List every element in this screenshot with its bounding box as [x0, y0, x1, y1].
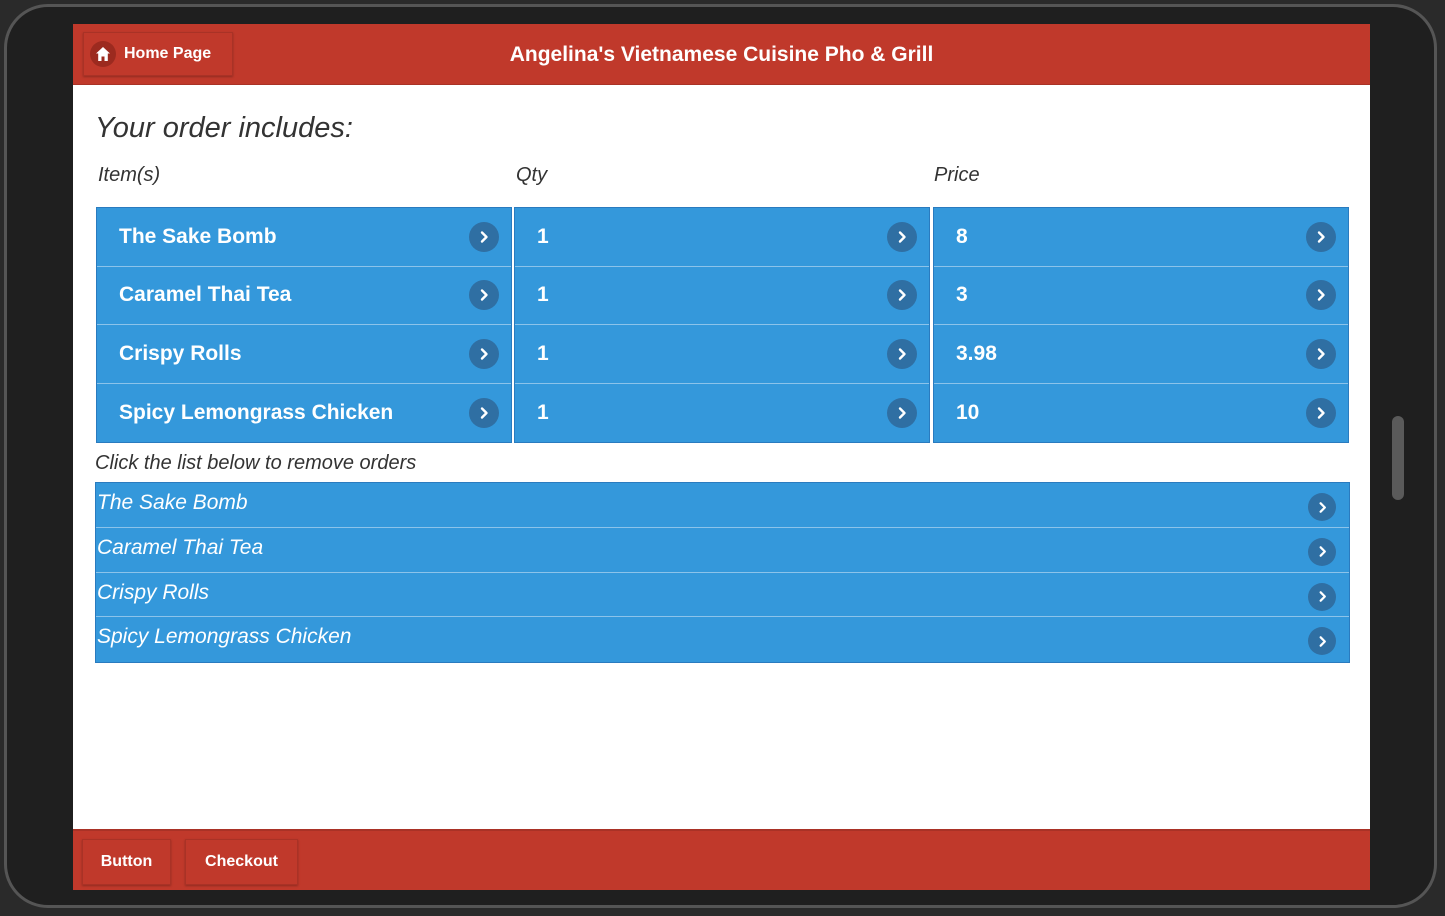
item-cell[interactable]: Crispy Rolls — [97, 325, 511, 384]
home-page-label: Home Page — [124, 45, 212, 62]
items-column: The Sake Bomb Caramel Thai Tea Crispy Ro… — [96, 207, 512, 443]
item-name: The Sake Bomb — [119, 224, 277, 248]
column-header-qty: Qty — [516, 164, 548, 186]
qty-cell[interactable]: 1 — [515, 325, 929, 384]
chevron-right-icon — [1308, 627, 1336, 656]
chevron-right-icon — [1308, 537, 1336, 566]
price-cell[interactable]: 8 — [934, 208, 1348, 267]
header-bar: Home Page Angelina's Vietnamese Cuisine … — [73, 24, 1370, 85]
remove-list-item[interactable]: The Sake Bomb — [96, 483, 1349, 528]
remove-list-item[interactable]: Caramel Thai Tea — [96, 528, 1349, 573]
remove-item-label: Spicy Lemongrass Chicken — [97, 625, 352, 649]
chevron-right-icon — [469, 338, 499, 369]
qty-cell[interactable]: 1 — [515, 267, 929, 325]
item-cell[interactable]: Spicy Lemongrass Chicken — [97, 384, 511, 443]
chevron-right-icon — [1308, 493, 1336, 521]
chevron-right-icon — [1306, 221, 1336, 252]
chevron-right-icon — [887, 338, 917, 369]
order-heading: Your order includes: — [95, 112, 353, 144]
footer-bar: Button Checkout — [73, 829, 1370, 890]
price-column: 8 3 3.98 10 — [933, 207, 1349, 443]
remove-list-item[interactable]: Crispy Rolls — [96, 573, 1349, 618]
price-value: 3 — [956, 283, 968, 307]
chevron-right-icon — [1308, 582, 1336, 611]
qty-value: 1 — [537, 341, 549, 365]
chevron-right-icon — [469, 397, 499, 428]
chevron-right-icon — [887, 397, 917, 428]
item-name: Spicy Lemongrass Chicken — [119, 400, 394, 424]
price-value: 3.98 — [956, 341, 997, 365]
price-cell[interactable]: 3.98 — [934, 325, 1348, 384]
price-cell[interactable]: 3 — [934, 267, 1348, 325]
column-header-items: Item(s) — [98, 164, 161, 186]
qty-cell[interactable]: 1 — [515, 208, 929, 267]
qty-value: 1 — [537, 400, 549, 424]
column-header-price: Price — [934, 164, 980, 186]
app-title: Angelina's Vietnamese Cuisine Pho & Gril… — [509, 43, 934, 66]
generic-button[interactable]: Button — [82, 839, 171, 885]
item-cell[interactable]: The Sake Bomb — [97, 208, 511, 267]
app-screen: Home Page Angelina's Vietnamese Cuisine … — [73, 24, 1370, 890]
remove-item-label: The Sake Bomb — [97, 491, 248, 514]
item-name: Caramel Thai Tea — [119, 283, 292, 307]
item-name: Crispy Rolls — [119, 341, 242, 365]
chevron-right-icon — [887, 280, 917, 311]
qty-value: 1 — [537, 283, 549, 307]
order-grid: The Sake Bomb Caramel Thai Tea Crispy Ro… — [96, 207, 1349, 443]
chevron-right-icon — [469, 280, 499, 311]
tablet-side-button — [1392, 416, 1404, 500]
chevron-right-icon — [1306, 338, 1336, 369]
remove-order-list: The Sake Bomb Caramel Thai Tea Crispy Ro… — [95, 482, 1350, 663]
chevron-right-icon — [1306, 280, 1336, 311]
chevron-right-icon — [1306, 397, 1336, 428]
price-cell[interactable]: 10 — [934, 384, 1348, 443]
remove-item-label: Crispy Rolls — [97, 580, 210, 604]
home-page-button[interactable]: Home Page — [83, 32, 233, 76]
home-icon — [90, 41, 116, 67]
checkout-button[interactable]: Checkout — [185, 839, 298, 885]
qty-value: 1 — [537, 224, 549, 248]
qty-column: 1 1 1 1 — [514, 207, 930, 443]
remove-instruction: Click the list below to remove orders — [95, 452, 417, 474]
chevron-right-icon — [887, 221, 917, 252]
price-value: 8 — [956, 224, 968, 248]
remove-item-label: Caramel Thai Tea — [97, 535, 264, 559]
chevron-right-icon — [469, 221, 499, 252]
price-value: 10 — [956, 400, 980, 424]
qty-cell[interactable]: 1 — [515, 384, 929, 443]
item-cell[interactable]: Caramel Thai Tea — [97, 267, 511, 325]
remove-list-item[interactable]: Spicy Lemongrass Chicken — [96, 617, 1349, 662]
